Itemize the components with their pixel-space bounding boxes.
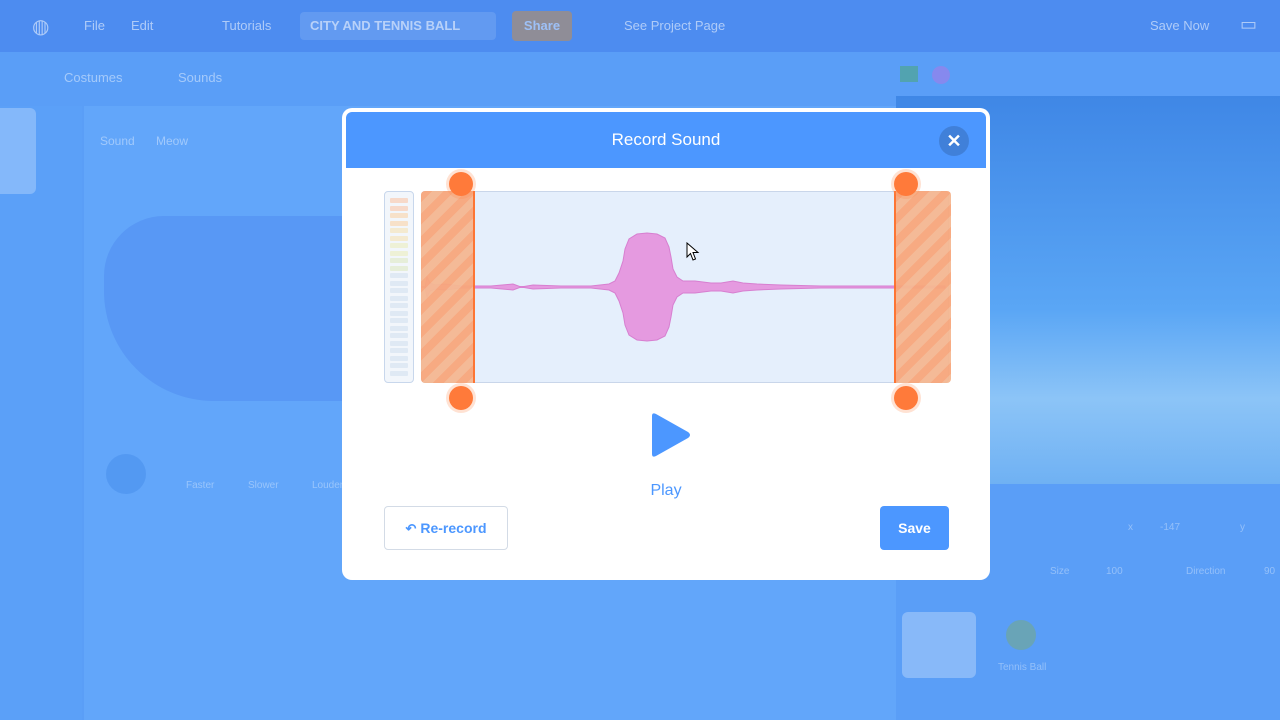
louder-label[interactable]: Louder (312, 480, 343, 491)
slower-label[interactable]: Slower (248, 480, 279, 491)
sound-list (0, 106, 82, 720)
faster-label[interactable]: Faster (186, 480, 214, 491)
meter-segment (390, 265, 408, 271)
meter-segment (390, 250, 408, 256)
sound-name-label: Sound (100, 134, 135, 148)
x-value-field[interactable]: -147 (1160, 522, 1180, 533)
see-project-page-link[interactable]: See Project Page (624, 18, 725, 33)
menu-tutorials[interactable]: Tutorials (222, 18, 271, 33)
meter-segment (390, 235, 408, 241)
waveform (421, 232, 946, 342)
meter-segment (390, 243, 408, 248)
meter-segment (390, 370, 408, 376)
meter-segment (390, 228, 408, 233)
y-label: y (1240, 522, 1245, 533)
meter-segment (390, 318, 408, 323)
meter-segment (390, 363, 408, 368)
trim-end-handle-bottom[interactable] (894, 386, 918, 410)
meter-segment (390, 273, 408, 278)
save-now-link[interactable]: Save Now (1150, 18, 1209, 33)
mouse-cursor-icon (686, 242, 700, 261)
trim-end-handle-top[interactable] (894, 172, 918, 196)
trim-region-end[interactable] (894, 191, 951, 383)
sound-play-button[interactable] (106, 454, 146, 494)
rerecord-button[interactable]: ↶ Re-record (384, 506, 508, 550)
trim-region-start[interactable] (421, 191, 475, 383)
meter-segment (390, 280, 408, 286)
share-button[interactable]: Share (512, 11, 572, 41)
meter-segment (390, 258, 408, 263)
meter-segment (390, 213, 408, 218)
meter-segment (390, 333, 408, 338)
x-label: x (1128, 522, 1133, 533)
meter-segment (390, 205, 408, 211)
close-icon: ✕ (946, 131, 962, 151)
menu-file[interactable]: File (84, 18, 105, 33)
sprite-tile-cat[interactable] (902, 612, 976, 678)
green-flag-icon[interactable] (900, 66, 918, 82)
meter-segment (390, 355, 408, 361)
trim-start-handle-top[interactable] (449, 172, 473, 196)
sprite-name-tennis-ball[interactable]: Tennis Ball (998, 662, 1046, 673)
close-button[interactable]: ✕ (939, 126, 969, 156)
meter-segment (390, 325, 408, 331)
sprite-tile-ball[interactable] (1006, 620, 1036, 650)
stop-icon[interactable] (932, 66, 950, 84)
rerecord-label: Re-record (420, 520, 487, 536)
sound-name-field[interactable]: Meow (156, 134, 188, 148)
meter-segment (390, 340, 408, 346)
meter-segment (390, 310, 408, 316)
project-title-field[interactable]: CITY AND TENNIS BALL (300, 12, 496, 40)
meter-segment (390, 288, 408, 293)
meter-segment (390, 303, 408, 308)
tab-sounds[interactable]: Sounds (178, 70, 222, 85)
menu-bar: ◍ File Edit Tutorials CITY AND TENNIS BA… (0, 0, 1280, 52)
modal-title: Record Sound (611, 130, 721, 149)
meter-segment (390, 295, 408, 301)
folder-icon[interactable]: ▭ (1240, 14, 1257, 35)
level-meter (384, 191, 414, 383)
waveform-shape (424, 232, 946, 342)
meter-segment (390, 220, 408, 226)
record-sound-modal: Record Sound ✕ Play ↶ Re-record Save (342, 108, 990, 580)
globe-icon[interactable]: ◍ (32, 14, 49, 39)
size-label: Size (1050, 566, 1070, 577)
play-label[interactable]: Play (346, 482, 986, 500)
tab-costumes[interactable]: Costumes (64, 70, 123, 85)
modal-header: Record Sound ✕ (346, 112, 986, 168)
stage-header (896, 52, 1280, 96)
play-icon[interactable] (648, 412, 692, 458)
direction-label: Direction (1186, 566, 1226, 577)
meter-segment (390, 198, 408, 203)
sound-thumbnail[interactable] (0, 108, 36, 194)
editor-tabs: Costumes Sounds (0, 52, 900, 106)
meter-segment (390, 348, 408, 353)
menu-edit[interactable]: Edit (131, 18, 153, 33)
size-value-field[interactable]: 100 (1106, 566, 1123, 577)
undo-icon: ↶ (405, 521, 417, 536)
trim-start-handle-bottom[interactable] (449, 386, 473, 410)
direction-value-field[interactable]: 90 (1264, 566, 1275, 577)
save-button[interactable]: Save (880, 506, 949, 550)
